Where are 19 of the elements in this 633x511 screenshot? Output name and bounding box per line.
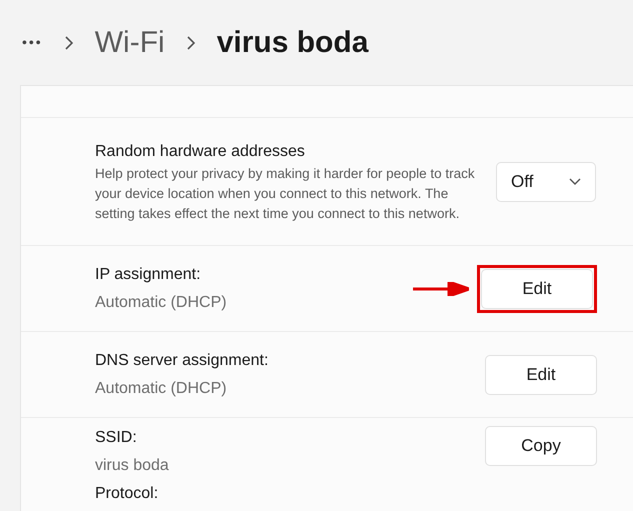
setting-value: Automatic (DHCP)	[95, 292, 227, 312]
setting-title: SSID:	[95, 428, 138, 448]
chevron-icon	[186, 36, 195, 50]
more-button[interactable]: •••	[22, 32, 43, 53]
setting-title: IP assignment:	[95, 264, 202, 284]
edit-button[interactable]: Edit	[481, 268, 593, 308]
breadcrumb-item[interactable]: Wi-Fi	[94, 20, 165, 65]
setting-title: Random hardware addresses	[95, 142, 306, 162]
breadcrumb-item: virus boda	[216, 25, 368, 61]
chevron-icon	[64, 36, 73, 50]
dropdown[interactable]: Off	[496, 162, 596, 202]
edit-button[interactable]: Edit	[485, 354, 597, 394]
setting-title: Protocol:	[95, 484, 160, 504]
setting-description: Help protect your privacy by making it harder for people to track your device location when you connect to this network. The setting takes effect the next time you connect to this network.	[95, 164, 475, 223]
edit-button[interactable]: Copy	[485, 426, 597, 466]
setting-value: Automatic (DHCP)	[95, 378, 228, 398]
setting-title: DNS server assignment:	[95, 350, 268, 370]
setting-value: virus boda	[95, 456, 169, 476]
chevron-down-icon	[569, 178, 581, 185]
